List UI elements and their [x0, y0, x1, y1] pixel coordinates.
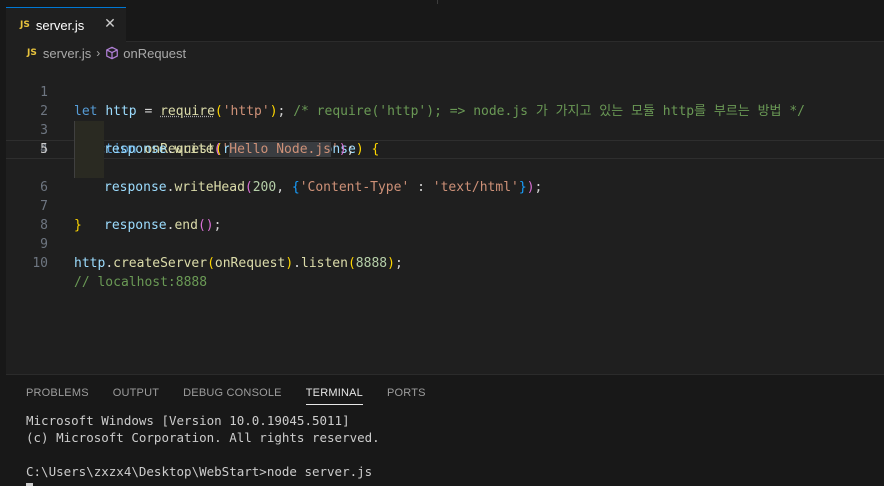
code-line: 1 let http = require('http'); /* require…: [6, 64, 884, 119]
token-bracket: ): [338, 142, 347, 157]
token-bracket: ): [285, 256, 294, 271]
token-function: createServer: [113, 256, 208, 271]
tab-output[interactable]: OUTPUT: [113, 385, 159, 405]
breadcrumb-file[interactable]: server.js: [43, 46, 91, 61]
terminal-output[interactable]: Microsoft Windows [Version 10.0.19045.50…: [26, 412, 380, 486]
code-line: 6 response.end();: [6, 159, 884, 233]
token-punctuation: ;: [346, 142, 355, 157]
token-bracket: (: [347, 256, 356, 271]
token-punctuation: ;: [394, 256, 403, 271]
indent-guide: [74, 159, 104, 178]
line-number: 10: [32, 256, 48, 271]
token-string-selected: Hello Node.js: [229, 142, 331, 157]
terminal-line: Microsoft Windows [Version 10.0.19045.50…: [26, 413, 350, 428]
token-number: 8888: [355, 256, 388, 271]
tab-problems[interactable]: PROBLEMS: [26, 385, 89, 405]
tab-terminal[interactable]: TERMINAL: [305, 385, 363, 405]
code-line: 8: [6, 197, 884, 233]
token-punctuation: .: [105, 256, 114, 271]
indent-guide: [74, 121, 104, 140]
indent-guide: [74, 140, 104, 159]
title-strip-divider: [437, 0, 438, 4]
terminal-cursor: [26, 482, 33, 486]
code-line: 3 function onRequest(request, response) …: [6, 102, 884, 157]
javascript-file-icon: JS: [20, 20, 30, 30]
breadcrumb-symbol[interactable]: onRequest: [123, 46, 186, 61]
token-punctuation: .: [293, 256, 301, 271]
line-number: 5: [40, 142, 48, 157]
token-comment: // localhost:8888: [74, 275, 208, 290]
code-line: 4 response.writeHead(200, {'Content-Type…: [6, 121, 884, 195]
token-variable: http: [74, 256, 106, 271]
editor-tab-bar: JS server.js ✕: [6, 7, 884, 42]
code-line: 7 }: [6, 178, 884, 233]
token-bracket: (: [207, 256, 215, 271]
token-bracket: ): [387, 256, 395, 271]
terminal-line: (c) Microsoft Corporation. All rights re…: [26, 430, 380, 445]
code-editor[interactable]: 1 let http = require('http'); /* require…: [6, 64, 884, 370]
tab-ports[interactable]: PORTS: [387, 385, 426, 405]
title-strip: [0, 0, 884, 7]
close-icon[interactable]: ✕: [102, 16, 118, 32]
terminal-cursor-line: [26, 480, 380, 486]
panel-tabs: PROBLEMS OUTPUT DEBUG CONSOLE TERMINAL P…: [26, 385, 450, 405]
code-line-current: 5 response.write('Hello Node.js');: [6, 140, 884, 159]
tab-server-js[interactable]: JS server.js ✕: [6, 7, 126, 42]
breadcrumb-separator: ›: [96, 46, 101, 60]
token-function: listen: [301, 256, 348, 271]
function-symbol-icon: [105, 46, 119, 60]
bottom-panel: PROBLEMS OUTPUT DEBUG CONSOLE TERMINAL P…: [6, 374, 884, 486]
token-string: ': [331, 142, 339, 157]
tab-label: server.js: [35, 17, 85, 33]
code-line: 9 http.createServer(onRequest).listen(88…: [6, 216, 884, 271]
code-line: 2: [6, 83, 884, 119]
token-function: onRequest: [214, 256, 286, 271]
token-function: write: [174, 142, 214, 157]
tab-debug-console[interactable]: DEBUG CONSOLE: [183, 385, 282, 405]
terminal-line: C:\Users\zxzx4\Desktop\WebStart>node ser…: [26, 464, 373, 479]
token-variable: response: [104, 142, 167, 157]
code-line: 10 // localhost:8888: [6, 235, 884, 290]
javascript-file-icon: JS: [27, 48, 37, 58]
breadcrumb: JS server.js › onRequest: [27, 44, 186, 62]
